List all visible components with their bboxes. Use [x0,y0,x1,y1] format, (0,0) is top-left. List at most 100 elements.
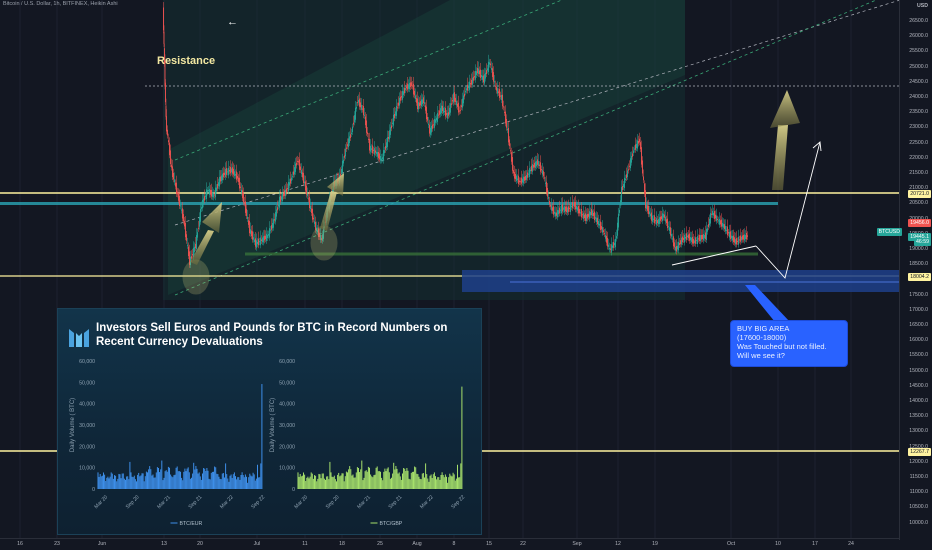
news-inset[interactable]: Investors Sell Euros and Pounds for BTC … [57,308,482,535]
candle-body [708,224,709,228]
candle-body [611,244,612,253]
candle-body [729,231,730,238]
candle-body [443,107,444,113]
candle-body [310,205,311,209]
candle-body [402,91,403,100]
candle-body [665,216,666,222]
price-axis[interactable]: USD 26500.0 26000.0 25500.0 25000.0 24500.0 2… [876,0,932,540]
candle-body [277,207,278,211]
candle-body [490,63,491,66]
candle-body [573,203,574,206]
circle-low-2[interactable] [310,225,338,261]
candle-body [269,228,270,238]
candle-body [171,164,172,168]
candle-body [418,102,419,110]
candle-body [219,176,220,187]
candle-body [227,171,228,173]
candle-body [638,141,639,144]
candle-body [528,173,529,175]
candle-body [669,227,670,231]
candle-body [653,218,654,220]
candle-body [413,83,414,95]
candle-body [456,100,457,106]
candle-body [559,207,560,214]
candle-body [471,79,472,85]
candle-body [476,71,477,75]
candle-body [610,248,611,250]
date-tick: 8 [452,541,456,547]
candle-body [555,212,556,217]
candle-body [378,151,379,159]
candle-body [713,212,714,216]
candle-body [612,245,613,248]
candle-body [306,185,307,195]
candle-body [600,221,601,230]
candle-body [374,148,375,155]
candle-body [248,220,249,225]
candle-body [232,167,233,174]
candle-body [659,217,660,224]
candle-body [439,110,440,115]
candle-body [465,91,466,93]
candle-body [440,108,441,115]
candle-body [588,213,589,217]
candle-body [397,107,398,109]
buy-area-callout[interactable]: BUY BIG AREA (17600-18000) Was Touched b… [730,320,848,367]
candle-body [546,181,547,193]
candle-body [642,160,643,174]
candle-body [484,74,485,84]
candle-body [290,178,291,184]
inset-ytick: 0 [292,487,295,493]
arrow-left-icon[interactable]: ← [227,16,238,28]
candle-body [696,240,697,242]
price-tick: 25500.0 [909,48,928,55]
candle-body [455,97,456,102]
candle-body [489,62,490,65]
candle-body [621,187,622,203]
callout-line-3: Was Touched but not filled. [737,342,827,351]
candle-body [497,88,498,94]
inset-xtick: Sep 21 [188,494,204,510]
candle-body [703,233,704,241]
candle-body [469,81,470,90]
candle-body [514,171,515,179]
price-tick: 13000.0 [909,428,928,435]
candle-body [210,189,211,195]
candle-body [222,173,223,181]
callout-line-1: BUY BIG AREA [737,324,790,333]
candle-body [630,158,631,169]
candle-body [515,173,516,180]
candle-body [446,113,447,115]
candle-body [578,205,579,214]
candle-body [693,238,694,244]
projection-arrowhead [812,141,822,152]
candle-body [532,164,533,172]
candle-body [719,218,720,225]
candle-body [461,105,462,108]
circle-low-1[interactable] [182,259,210,295]
candle-body [626,174,627,178]
buy-zone[interactable] [462,270,900,292]
candle-body [705,232,706,240]
price-tick: 17500.0 [909,291,928,298]
candle-body [518,175,519,184]
candle-body [353,122,354,125]
candle-body [279,196,280,208]
candle-body [475,71,476,80]
date-tick: 22 [520,541,526,547]
candle-body [697,236,698,244]
candle-body [692,236,693,244]
candle-body [737,240,738,242]
candle-body [414,90,415,96]
candle-body [371,148,372,150]
candle-body [542,169,543,175]
symbol-header[interactable]: Bitcoin / U.S. Dollar, 1h, BITFINEX, Hei… [3,1,118,7]
candle-body [311,208,312,213]
candle-body [716,215,717,222]
price-tick: 10500.0 [909,504,928,511]
candle-body [312,208,313,220]
candle-body [656,218,657,225]
candle-body [479,70,480,75]
candle-body [468,85,469,88]
candle-body [245,201,246,213]
